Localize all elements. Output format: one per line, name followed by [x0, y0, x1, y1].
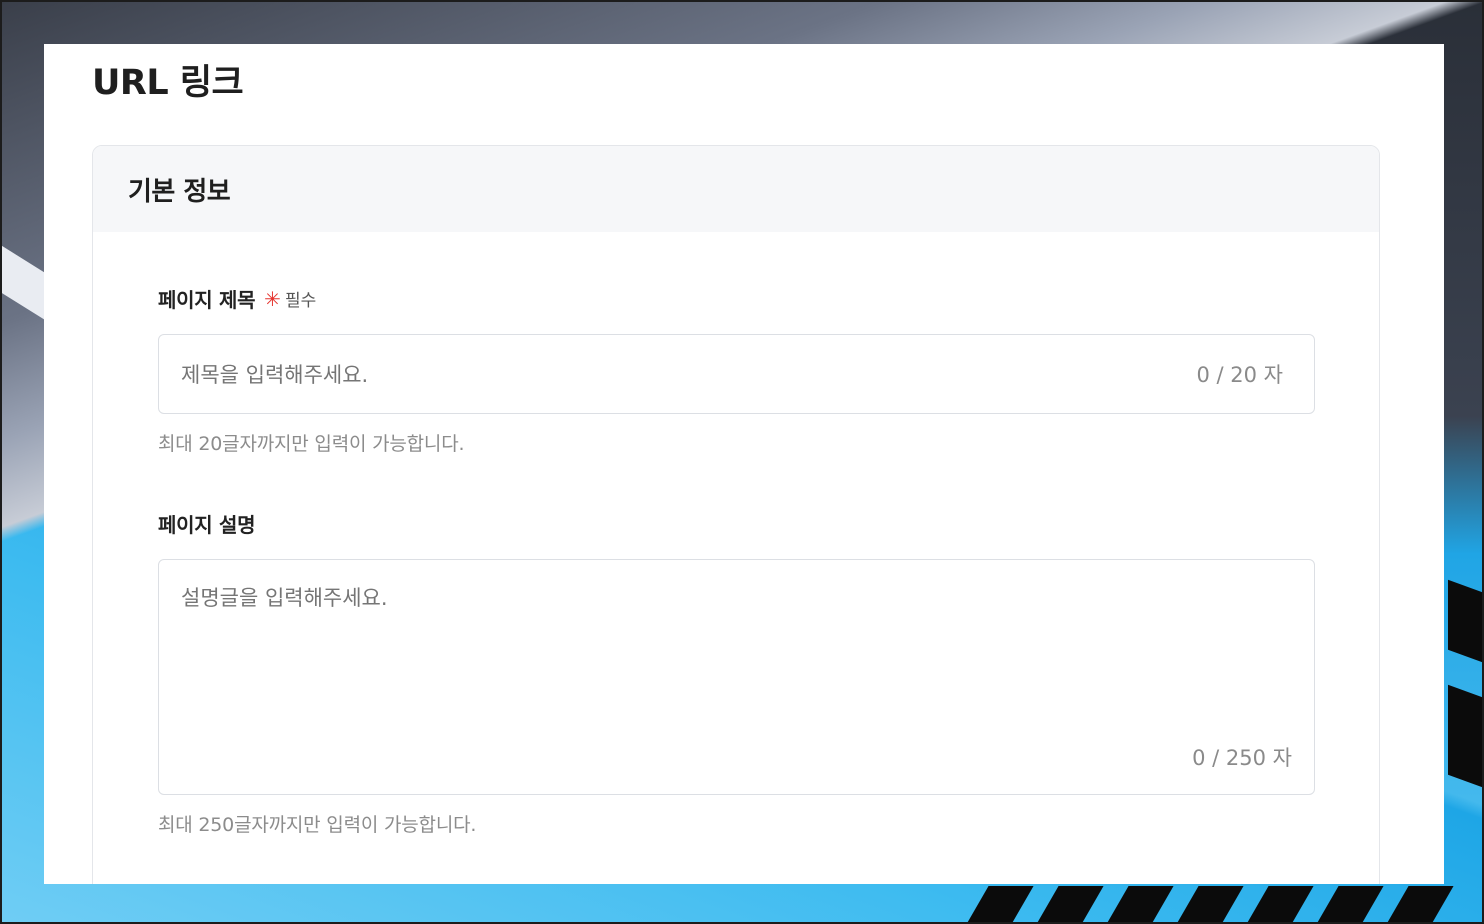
background-stripe: [1448, 684, 1482, 790]
description-field-label: 페이지 설명: [158, 513, 256, 537]
page-title: URL 링크: [92, 63, 244, 103]
description-label-row: 페이지 설명: [158, 509, 255, 538]
basic-info-card: 기본 정보 페이지 제목 ✳ 필수 0 / 20 자 최대 20글자까지만 입력…: [92, 145, 1380, 884]
description-input-box[interactable]: 0 / 250 자: [158, 559, 1315, 795]
background-stripe: [1448, 579, 1482, 665]
title-helper-text: 최대 20글자까지만 입력이 가능합니다.: [158, 433, 465, 455]
description-textarea[interactable]: [181, 582, 1281, 742]
content-panel: URL 링크 기본 정보 페이지 제목 ✳ 필수 0 / 20 자 최대 20글…: [44, 44, 1444, 884]
title-char-counter: 0 / 20 자: [1196, 363, 1283, 387]
description-char-counter: 0 / 250 자: [1192, 746, 1292, 770]
screenshot-frame: URL 링크 기본 정보 페이지 제목 ✳ 필수 0 / 20 자 최대 20글…: [0, 0, 1484, 924]
card-header: 기본 정보: [93, 146, 1379, 232]
asterisk-icon: ✳: [264, 286, 281, 311]
title-field-label: 페이지 제목: [158, 288, 256, 312]
title-input-box[interactable]: 0 / 20 자: [158, 334, 1315, 414]
required-label: 필수: [284, 291, 317, 311]
description-helper-text: 최대 250글자까지만 입력이 가능합니다.: [158, 814, 477, 836]
title-label-row: 페이지 제목 ✳ 필수: [158, 284, 316, 313]
title-input[interactable]: [181, 360, 1141, 390]
section-title: 기본 정보: [128, 176, 231, 207]
